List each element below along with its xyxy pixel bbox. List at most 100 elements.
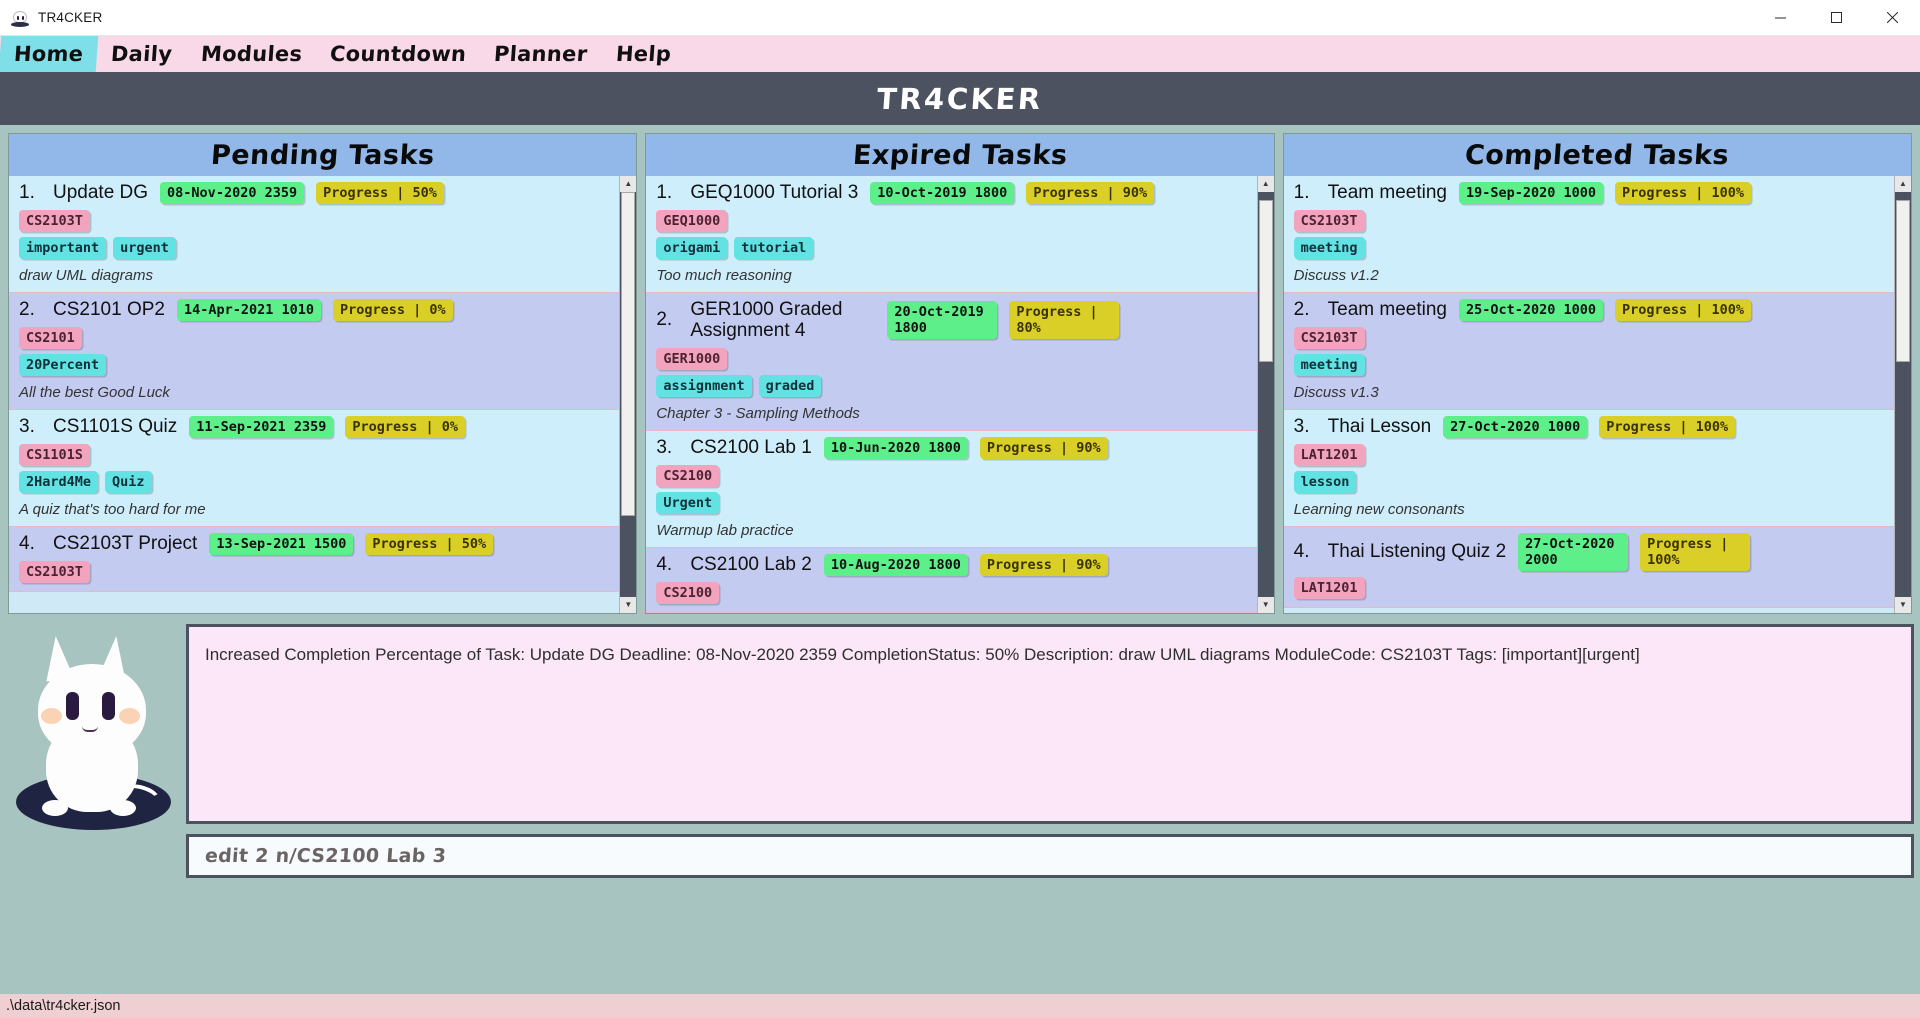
task-list: 1. GEQ1000 Tutorial 3 10-Oct-2019 1800 Prog… xyxy=(646,176,1257,613)
task-card[interactable]: 1. GEQ1000 Tutorial 3 10-Oct-2019 1800 Prog… xyxy=(646,176,1257,293)
task-header-row: 1. Update DG 08-Nov-2020 2359 Progress | 50… xyxy=(19,182,609,204)
label-tag: graded xyxy=(758,374,822,397)
command-box[interactable] xyxy=(186,833,1914,878)
task-index: 2. xyxy=(656,309,673,331)
task-index: 2. xyxy=(1293,299,1310,320)
label-tag: tutorial xyxy=(734,237,814,259)
task-index: 1. xyxy=(1293,182,1310,203)
menu-item-countdown[interactable]: Countdown xyxy=(315,36,482,72)
task-card[interactable]: 3. CS1101S Quiz 11-Sep-2021 2359 Progress |… xyxy=(9,410,620,527)
menu-item-planner[interactable]: Planner xyxy=(479,36,603,72)
progress-chip: Progress | 50% xyxy=(365,533,494,555)
menu-item-label: Modules xyxy=(199,42,303,66)
task-description: Too much reasoning xyxy=(656,267,792,284)
menu-item-help[interactable]: Help xyxy=(600,36,686,72)
scroll-down-icon[interactable]: ▼ xyxy=(620,596,637,613)
window-controls xyxy=(1752,0,1920,36)
app-banner: TR4CKER xyxy=(0,72,1920,125)
cat-icon xyxy=(10,7,30,28)
task-card[interactable]: 2. GER1000 Graded Assignment 4 20-Oct-2019… xyxy=(646,293,1257,431)
scrollbar-thumb[interactable] xyxy=(621,192,636,516)
column-title: Completed Tasks xyxy=(1464,139,1731,171)
command-input[interactable] xyxy=(204,844,1896,867)
label-tag: assignment xyxy=(656,374,752,397)
close-icon[interactable] xyxy=(1864,0,1920,36)
task-columns: Pending Tasks 1. Update DG 08-Nov-2020 2359… xyxy=(0,125,1920,614)
progress-chip: Progress | 100% xyxy=(1615,299,1751,321)
cat-mascot-icon xyxy=(8,630,178,830)
task-card[interactable]: 4. Thai Listening Quiz 2 27-Oct-2020 2000 P… xyxy=(1283,527,1894,608)
scrollbar-track[interactable] xyxy=(1894,192,1911,597)
task-index: 3. xyxy=(1293,416,1310,437)
menu-item-daily[interactable]: Daily xyxy=(96,36,188,72)
module-tag: LAT1201 xyxy=(1293,444,1365,466)
label-tag: Quiz xyxy=(105,471,152,493)
task-name: CS2103T Project xyxy=(53,533,198,555)
progress-chip: Progress | 100% xyxy=(1640,533,1751,571)
vertical-scrollbar[interactable]: ▲ ▼ xyxy=(1893,176,1911,613)
task-name: GER1000 Graded Assignment 4 xyxy=(690,299,843,342)
result-text: Increased Completion Percentage of Task:… xyxy=(205,644,1640,664)
scrollbar-track[interactable] xyxy=(1257,192,1274,597)
scrollbar-thumb[interactable] xyxy=(1258,200,1273,362)
task-card[interactable]: 2. Team meeting 25-Oct-2020 1000 Progress |… xyxy=(1283,293,1894,410)
menu-item-label: Countdown xyxy=(329,42,468,66)
task-index: 4. xyxy=(1293,541,1310,562)
menu-item-home[interactable]: Home xyxy=(0,36,99,72)
scrollbar-thumb[interactable] xyxy=(1895,200,1910,362)
vertical-scrollbar[interactable]: ▲ ▼ xyxy=(1256,176,1274,613)
scroll-up-icon[interactable]: ▲ xyxy=(1257,176,1274,192)
vertical-scrollbar[interactable]: ▲ ▼ xyxy=(619,176,637,613)
mascot-area xyxy=(0,624,186,994)
module-tag: LAT1201 xyxy=(1293,577,1365,599)
column-title: Pending Tasks xyxy=(209,139,436,171)
module-tag-row: CS2101 xyxy=(19,327,609,349)
task-name: Update DG xyxy=(53,182,149,204)
task-description: Learning new consonants xyxy=(1293,501,1465,518)
task-card[interactable]: 1. Update DG 08-Nov-2020 2359 Progress | 50… xyxy=(9,176,620,293)
task-header-row: 3. CS2100 Lab 1 10-Jun-2020 1800 Progress |… xyxy=(656,436,1246,459)
label-tag: 20Percent xyxy=(19,354,107,376)
progress-chip: Progress | 100% xyxy=(1599,416,1736,438)
module-tag-row: GEQ1000 xyxy=(656,210,1246,232)
menu-item-modules[interactable]: Modules xyxy=(185,36,317,72)
task-description: A quiz that's too hard for me xyxy=(19,501,206,518)
task-name: CS1101S Quiz xyxy=(53,416,178,438)
task-card[interactable]: 3. Thai Lesson 27-Oct-2020 1000 Progress | … xyxy=(1283,410,1894,527)
task-header-row: 2. GER1000 Graded Assignment 4 20-Oct-2019… xyxy=(656,299,1246,342)
scroll-down-icon[interactable]: ▼ xyxy=(1894,596,1911,613)
deadline-chip: 13-Sep-2021 1500 xyxy=(209,533,354,555)
task-card[interactable]: 4. CS2100 Lab 2 10-Aug-2020 1800 Progress |… xyxy=(646,547,1257,613)
label-tag: Urgent xyxy=(656,491,720,514)
module-tag-row: CS1101S xyxy=(19,444,609,466)
task-name: Thai Lesson xyxy=(1327,416,1432,438)
task-card[interactable]: 2. CS2101 OP2 14-Apr-2021 1010 Progress | 0… xyxy=(9,293,620,410)
task-card[interactable]: 4. CS2103T Project 13-Sep-2021 1500 Progres… xyxy=(9,527,620,592)
task-header-row: 4. CS2100 Lab 2 10-Aug-2020 1800 Progress |… xyxy=(656,553,1246,576)
task-card[interactable]: 1. Team meeting 19-Sep-2020 1000 Progress |… xyxy=(1283,176,1894,293)
menu-item-label: Help xyxy=(614,42,672,66)
scroll-up-icon[interactable]: ▲ xyxy=(1894,176,1911,192)
task-index: 2. xyxy=(19,299,35,320)
task-name: GEQ1000 Tutorial 3 xyxy=(690,182,859,204)
label-tag: origami xyxy=(656,237,728,259)
task-list: 1. Update DG 08-Nov-2020 2359 Progress | 50… xyxy=(9,176,620,613)
module-tag-row: CS2100 xyxy=(656,581,1246,604)
scroll-up-icon[interactable]: ▲ xyxy=(620,176,637,192)
module-tag: CS2103T xyxy=(1293,210,1365,232)
task-card[interactable]: 3. CS2100 Lab 1 10-Jun-2020 1800 Progress |… xyxy=(646,430,1257,548)
window-title: TR4CKER xyxy=(38,10,103,25)
task-header-row: 1. GEQ1000 Tutorial 3 10-Oct-2019 1800 Prog… xyxy=(656,182,1246,204)
progress-chip: Progress | 100% xyxy=(1615,182,1751,204)
task-name: CS2100 Lab 1 xyxy=(690,436,812,458)
scrollbar-track[interactable] xyxy=(620,192,637,597)
scroll-down-icon[interactable]: ▼ xyxy=(1257,596,1274,613)
maximize-icon[interactable] xyxy=(1808,0,1864,36)
task-description: All the best Good Luck xyxy=(19,384,170,401)
module-tag: CS2100 xyxy=(656,581,720,604)
deadline-chip: 10-Oct-2019 1800 xyxy=(870,182,1015,204)
module-tag: GER1000 xyxy=(656,347,728,370)
deadline-chip: 10-Jun-2020 1800 xyxy=(823,436,968,459)
minimize-icon[interactable] xyxy=(1752,0,1808,36)
banner-title: TR4CKER xyxy=(875,81,1045,116)
